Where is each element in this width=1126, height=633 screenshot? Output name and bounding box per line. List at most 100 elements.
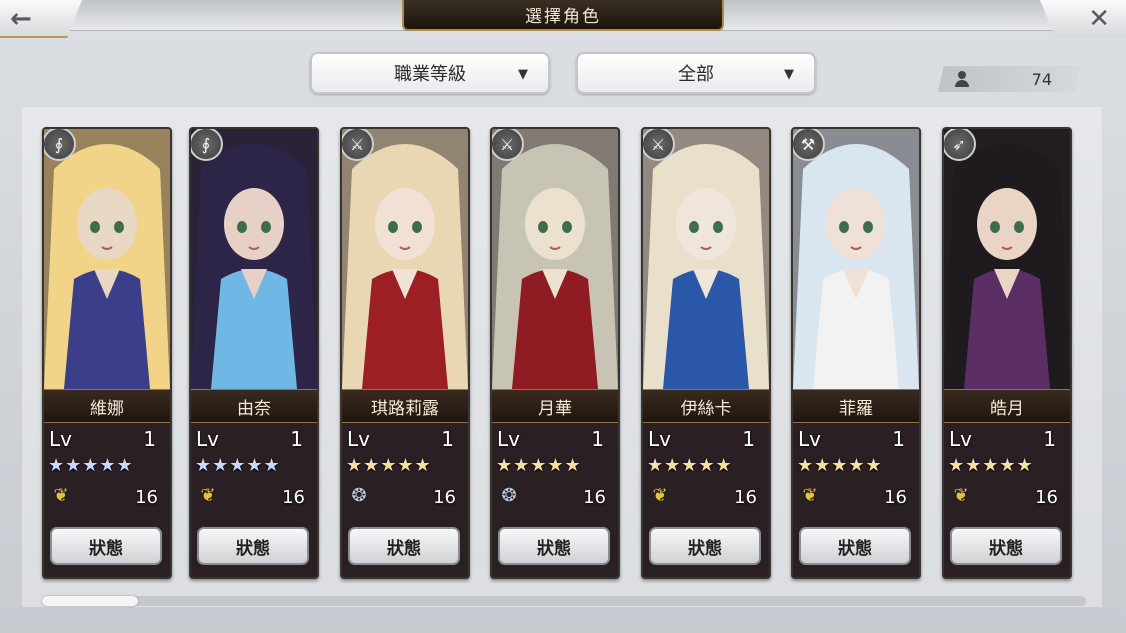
character-stats: Lv 1 ★★★★★ ❂ 16 狀態	[492, 421, 618, 577]
level-value: 1	[290, 427, 303, 451]
character-name: 維娜	[44, 389, 170, 423]
level-value: 1	[1043, 427, 1056, 451]
rarity-stars: ★★★★★	[496, 455, 582, 476]
horizontal-scrollbar[interactable]	[42, 596, 1086, 606]
level-label: Lv	[497, 427, 520, 451]
level-label: Lv	[949, 427, 972, 451]
close-icon: ✕	[1088, 4, 1110, 34]
wind-icon: ❂	[501, 485, 517, 506]
character-art	[944, 129, 1070, 389]
character-stats: Lv 1 ★★★★★ ❂ 16 狀態	[342, 421, 468, 577]
character-portrait[interactable]	[944, 129, 1070, 389]
character-portrait[interactable]	[191, 129, 317, 389]
level-value: 1	[591, 427, 604, 451]
character-card[interactable]: ∮ 維娜 Lv 1 ★★★★★ ❦ 16 狀態	[42, 127, 172, 579]
item-count: 16	[884, 487, 907, 508]
class-icon: ∮	[191, 129, 223, 161]
item-count: 16	[135, 487, 158, 508]
character-art	[342, 129, 468, 389]
back-arrow-icon: ←	[10, 4, 32, 34]
class-icon: ⚔	[342, 129, 374, 161]
class-icon: ⚔	[492, 129, 524, 161]
item-count: 16	[1035, 487, 1058, 508]
level-value: 1	[441, 427, 454, 451]
character-card[interactable]: ➶ 皓月 Lv 1 ★★★★★ ❦ 16 狀態	[942, 127, 1072, 579]
rarity-stars: ★★★★★	[346, 455, 432, 476]
character-stats: Lv 1 ★★★★★ ❦ 16 狀態	[643, 421, 769, 577]
character-stats: Lv 1 ★★★★★ ❦ 16 狀態	[191, 421, 317, 577]
category-label: 全部	[678, 64, 714, 85]
scrollbar-thumb[interactable]	[42, 596, 138, 606]
status-button[interactable]: 狀態	[799, 527, 911, 565]
character-art	[191, 129, 317, 389]
rarity-stars: ★★★★★	[797, 455, 883, 476]
category-dropdown[interactable]: 全部 ▼	[576, 52, 816, 94]
class-icon: ➶	[944, 129, 976, 161]
wing-icon: ❦	[200, 485, 216, 506]
character-stats: Lv 1 ★★★★★ ❦ 16 狀態	[793, 421, 919, 577]
item-count: 16	[583, 487, 606, 508]
chevron-down-icon: ▼	[518, 67, 528, 82]
character-card[interactable]: ⚔ 伊絲卡 Lv 1 ★★★★★ ❦ 16 狀態	[641, 127, 771, 579]
wing-icon: ❦	[652, 485, 668, 506]
level-value: 1	[143, 427, 156, 451]
status-button[interactable]: 狀態	[950, 527, 1062, 565]
close-button[interactable]: ✕	[1040, 0, 1126, 38]
item-count: 16	[433, 487, 456, 508]
character-portrait[interactable]	[342, 129, 468, 389]
character-stats: Lv 1 ★★★★★ ❦ 16 狀態	[944, 421, 1070, 577]
person-icon	[954, 70, 970, 88]
character-count-value: 74	[1031, 69, 1052, 89]
status-button[interactable]: 狀態	[197, 527, 309, 565]
level-value: 1	[742, 427, 755, 451]
character-name: 由奈	[191, 389, 317, 423]
class-icon: ⚒	[793, 129, 825, 161]
wing-icon: ❦	[953, 485, 969, 506]
page-title: 選擇角色	[402, 0, 724, 31]
character-stats: Lv 1 ★★★★★ ❦ 16 狀態	[44, 421, 170, 577]
wing-icon: ❦	[802, 485, 818, 506]
character-name: 伊絲卡	[643, 389, 769, 423]
status-button[interactable]: 狀態	[348, 527, 460, 565]
level-label: Lv	[49, 427, 72, 451]
character-name: 月華	[492, 389, 618, 423]
character-name: 琪路莉露	[342, 389, 468, 423]
rarity-stars: ★★★★★	[195, 455, 281, 476]
status-button[interactable]: 狀態	[498, 527, 610, 565]
level-label: Lv	[798, 427, 821, 451]
level-value: 1	[892, 427, 905, 451]
character-card[interactable]: ⚔ 月華 Lv 1 ★★★★★ ❂ 16 狀態	[490, 127, 620, 579]
wind-icon: ❂	[351, 485, 367, 506]
character-art	[793, 129, 919, 389]
rarity-stars: ★★★★★	[948, 455, 1034, 476]
chevron-down-icon: ▼	[784, 67, 794, 82]
character-art	[643, 129, 769, 389]
level-label: Lv	[347, 427, 370, 451]
job-level-dropdown[interactable]: 職業等級 ▼	[310, 52, 550, 94]
character-portrait[interactable]	[643, 129, 769, 389]
status-button[interactable]: 狀態	[649, 527, 761, 565]
character-art	[44, 129, 170, 389]
level-label: Lv	[648, 427, 671, 451]
character-portrait[interactable]	[793, 129, 919, 389]
character-art	[492, 129, 618, 389]
class-icon: ∮	[44, 129, 76, 161]
character-portrait[interactable]	[44, 129, 170, 389]
character-card[interactable]: ⚒ 菲羅 Lv 1 ★★★★★ ❦ 16 狀態	[791, 127, 921, 579]
wing-icon: ❦	[53, 485, 69, 506]
rarity-stars: ★★★★★	[647, 455, 733, 476]
item-count: 16	[734, 487, 757, 508]
character-name: 菲羅	[793, 389, 919, 423]
character-card[interactable]: ∮ 由奈 Lv 1 ★★★★★ ❦ 16 狀態	[189, 127, 319, 579]
back-button[interactable]: ←	[0, 0, 82, 38]
character-card[interactable]: ⚔ 琪路莉露 Lv 1 ★★★★★ ❂ 16 狀態	[340, 127, 470, 579]
job-level-label: 職業等級	[394, 64, 466, 85]
level-label: Lv	[196, 427, 219, 451]
status-button[interactable]: 狀態	[50, 527, 162, 565]
rarity-stars: ★★★★★	[48, 455, 134, 476]
character-name: 皓月	[944, 389, 1070, 423]
class-icon: ⚔	[643, 129, 675, 161]
item-count: 16	[282, 487, 305, 508]
character-portrait[interactable]	[492, 129, 618, 389]
character-count: 74	[938, 66, 1080, 92]
